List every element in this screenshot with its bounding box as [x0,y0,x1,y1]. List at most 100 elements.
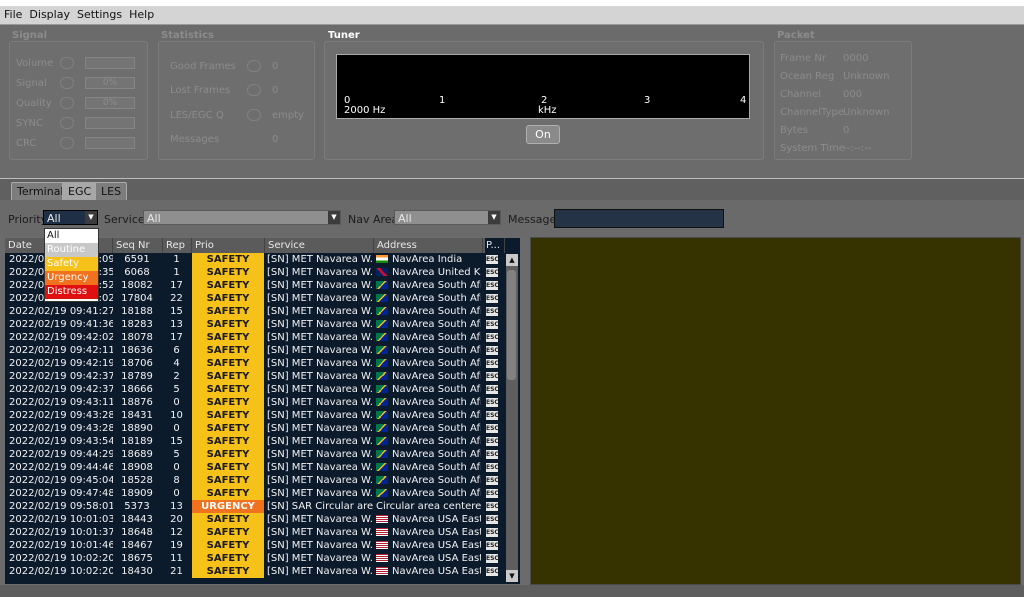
date-cell: 2022/02/19 10:01:37 Z [9,527,113,538]
crc-led-icon [60,137,74,149]
table-row[interactable]: 2022/02/19 09:44:46 Z 18908 0 SAFETY[SN] ME… [5,461,498,474]
protocol-badge: ESC [486,359,498,368]
table-row[interactable]: 2022/02/19 09:41:27 Z 18188 15 SAFETY[SN] M… [5,305,498,318]
rep-cell: 5 [173,449,180,460]
priority-option-urgency[interactable]: Urgency [45,271,98,285]
date-cell: 2022/02/19 09:58:01 Z [9,501,113,512]
prio-cell: SAFETY [192,253,264,266]
prio-cell: SAFETY [192,266,264,279]
message-view-panel[interactable] [530,237,1021,585]
crc-bar [85,137,135,149]
chevron-down-icon[interactable]: ▼ [85,211,97,224]
address-text: NavArea South Afri... [392,462,481,473]
table-row[interactable]: 2022/02/19 09:43:54 Z 18189 15 SAFETY[SN] M… [5,435,498,448]
service-select[interactable]: All ▼ [143,210,341,225]
service-cell: [SN] MET Navarea W... [267,553,373,564]
table-scrollbar[interactable]: ▲ ▼ [506,254,518,582]
protocol-badge: ESC [486,398,498,407]
table-row[interactable]: 2022/02/19 09:42:02 Z 18078 17 SAFETY[SN] M… [5,331,498,344]
menu-file[interactable]: File [0,6,25,21]
column-prio[interactable]: Prio [192,238,265,253]
chevron-down-icon[interactable]: ▼ [328,211,340,224]
message-search-input[interactable] [554,209,724,228]
service-cell: [SN] MET Navarea W... [267,488,373,499]
date-cell: 2022/02/19 10:01:46 Z [9,540,113,551]
good-frames-value: 0 [272,61,279,72]
table-row[interactable]: 2022/02/19 10:02:20 Z 18430 21 SAFETY[SN] M… [5,565,498,578]
tab-egc[interactable]: EGC [62,182,98,200]
service-cell: [SN] MET Navarea W... [267,540,373,551]
address-text: NavArea United Ki... [392,267,481,278]
menu-display[interactable]: Display [25,6,73,21]
table-row[interactable]: 2022/02/19 09:42:37 Z 18789 2 SAFETY[SN] ME… [5,370,498,383]
table-row[interactable]: 2022/02/19 09:42:19 Z 18706 4 SAFETY[SN] ME… [5,357,498,370]
table-row[interactable]: 2022/02/19 09:42:37 Z 18666 5 SAFETY[SN] ME… [5,383,498,396]
tick-label: 3 [644,95,651,106]
rep-cell: 2 [173,371,180,382]
rep-cell: 1 [173,267,180,278]
table-row[interactable]: 2022/02/19 10:01:37 Z 18648 12 SAFETY[SN] M… [5,526,498,539]
menu-help[interactable]: Help [125,6,157,21]
table-row[interactable]: 2022/02/19 09:47:48 Z 18909 0 SAFETY[SN] ME… [5,487,498,500]
flag-icon [376,554,388,562]
rep-cell: 0 [173,462,180,473]
chevron-down-icon[interactable]: ▼ [488,211,500,224]
table-row[interactable]: 2022/02/19 10:02:20 Z 18675 11 SAFETY[SN] M… [5,552,498,565]
column-rep[interactable]: Rep [163,238,192,253]
scrollbar-thumb[interactable] [507,270,516,380]
address-cell: NavArea India [376,253,481,266]
service-cell: [SN] MET Navarea W... [267,462,373,473]
table-row[interactable]: 2022/02/19 09:43:28 Z 18431 10 SAFETY[SN] M… [5,409,498,422]
prio-cell: SAFETY [192,305,264,318]
address-cell: NavArea USA East [376,513,481,526]
flag-icon [376,437,388,445]
column-p[interactable]: P... [483,238,505,253]
column-address[interactable]: Address [374,238,483,253]
table-row[interactable]: 2022/02/19 09:45:04 Z 18528 8 SAFETY[SN] ME… [5,474,498,487]
tab-terminal[interactable]: Terminal [11,182,70,200]
address-cell: NavArea South Afri... [376,357,481,370]
good-frames-label: Good Frames [170,61,236,72]
priority-option-all[interactable]: All [45,229,98,243]
table-row[interactable]: 2022/02/19 09:41:36 Z 18283 13 SAFETY[SN] M… [5,318,498,331]
date-cell: 2022/02/19 09:42:37 Z [9,384,113,395]
priority-select[interactable]: All ▼ [43,210,98,225]
priority-option-distress[interactable]: Distress [45,285,98,299]
bytes-label: Bytes [780,125,809,136]
scroll-down-icon[interactable]: ▼ [506,570,518,582]
tuner-on-button[interactable]: On [526,125,560,144]
seq-nr-cell: 18283 [121,319,153,330]
priority-option-routine[interactable]: Routine [45,243,98,257]
seq-nr-cell: 18078 [121,332,153,343]
address-text: NavArea USA East [392,566,481,577]
column-seq-nr[interactable]: Seq Nr [113,238,163,253]
rep-cell: 6 [173,345,180,356]
service-cell: [SN] MET Navarea W... [267,293,373,304]
flag-icon [376,333,388,341]
protocol-badge: ESC [486,268,498,277]
address-text: NavArea South Afri... [392,423,481,434]
signal-label: Signal [16,78,47,89]
protocol-badge: ESC [486,294,498,303]
table-row[interactable]: 2022/02/19 09:43:28 Z 18890 0 SAFETY[SN] ME… [5,422,498,435]
sync-label: SYNC [16,118,43,129]
table-row[interactable]: 2022/02/19 09:58:01 Z 5373 13 URGENCY[SN] S… [5,500,498,513]
table-row[interactable]: 2022/02/19 10:01:46 Z 18467 19 SAFETY[SN] M… [5,539,498,552]
table-row[interactable]: 2022/02/19 10:01:03 Z 18443 20 SAFETY[SN] M… [5,513,498,526]
split-pane-divider[interactable] [522,238,527,584]
priority-option-safety[interactable]: Safety [45,257,98,271]
spectrum-display[interactable]: 0 1 2 3 4 2000 Hz kHz [336,54,750,119]
volume-slider[interactable] [85,57,135,69]
column-service[interactable]: Service [265,238,374,253]
rep-cell: 4 [173,358,180,369]
ocean-reg-value: Unknown [843,71,890,82]
table-row[interactable]: 2022/02/19 09:43:11 Z 18876 0 SAFETY[SN] ME… [5,396,498,409]
service-cell: [SN] MET Navarea W... [267,566,373,577]
table-row[interactable]: 2022/02/19 09:42:11 Z 18636 6 SAFETY[SN] ME… [5,344,498,357]
menu-settings[interactable]: Settings [73,6,125,21]
table-row[interactable]: 2022/02/19 09:44:29 Z 18689 5 SAFETY[SN] ME… [5,448,498,461]
protocol-badge: ESC [486,554,498,563]
tab-les[interactable]: LES [95,182,128,200]
scroll-up-icon[interactable]: ▲ [506,254,518,266]
navarea-select[interactable]: All ▼ [394,210,501,225]
